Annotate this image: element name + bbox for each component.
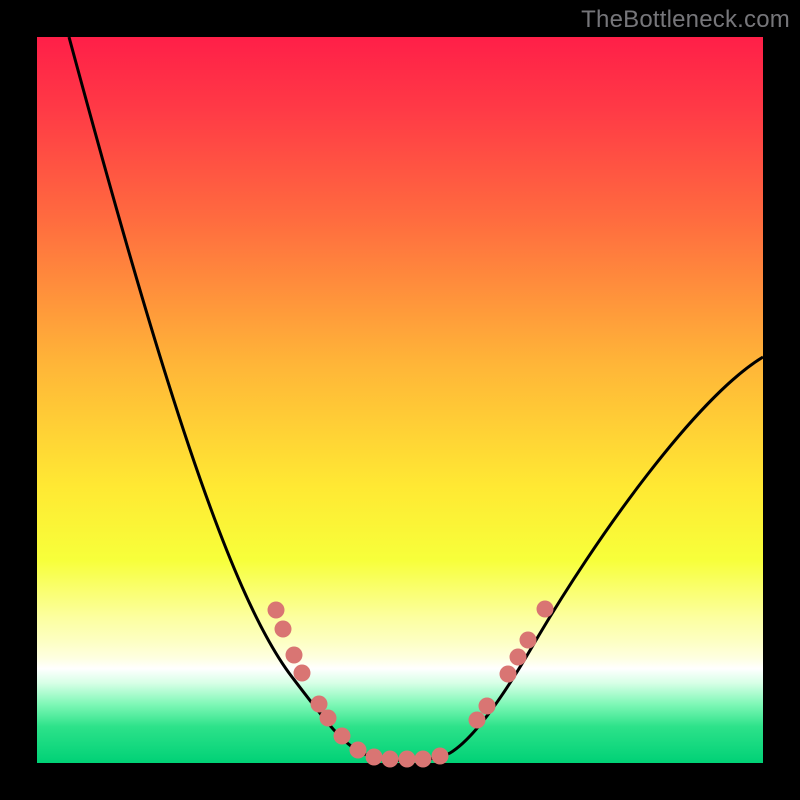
data-marker bbox=[275, 621, 292, 638]
data-marker bbox=[500, 666, 517, 683]
chart-svg bbox=[37, 37, 763, 763]
data-marker bbox=[334, 728, 351, 745]
watermark-text: TheBottleneck.com bbox=[581, 6, 790, 34]
data-marker bbox=[286, 647, 303, 664]
bottleneck-curve bbox=[69, 37, 763, 761]
data-marker bbox=[382, 751, 399, 768]
data-marker bbox=[311, 696, 328, 713]
data-marker bbox=[432, 748, 449, 765]
curve-group bbox=[69, 37, 763, 761]
data-marker bbox=[415, 751, 432, 768]
data-marker bbox=[399, 751, 416, 768]
data-marker bbox=[537, 601, 554, 618]
data-marker bbox=[320, 710, 337, 727]
data-marker bbox=[350, 742, 367, 759]
data-marker bbox=[294, 665, 311, 682]
data-marker bbox=[479, 698, 496, 715]
data-marker bbox=[510, 649, 527, 666]
data-marker bbox=[366, 749, 383, 766]
plot-area bbox=[37, 37, 763, 763]
chart-frame: TheBottleneck.com bbox=[0, 0, 800, 800]
data-marker bbox=[268, 602, 285, 619]
data-marker bbox=[469, 712, 486, 729]
data-marker bbox=[520, 632, 537, 649]
